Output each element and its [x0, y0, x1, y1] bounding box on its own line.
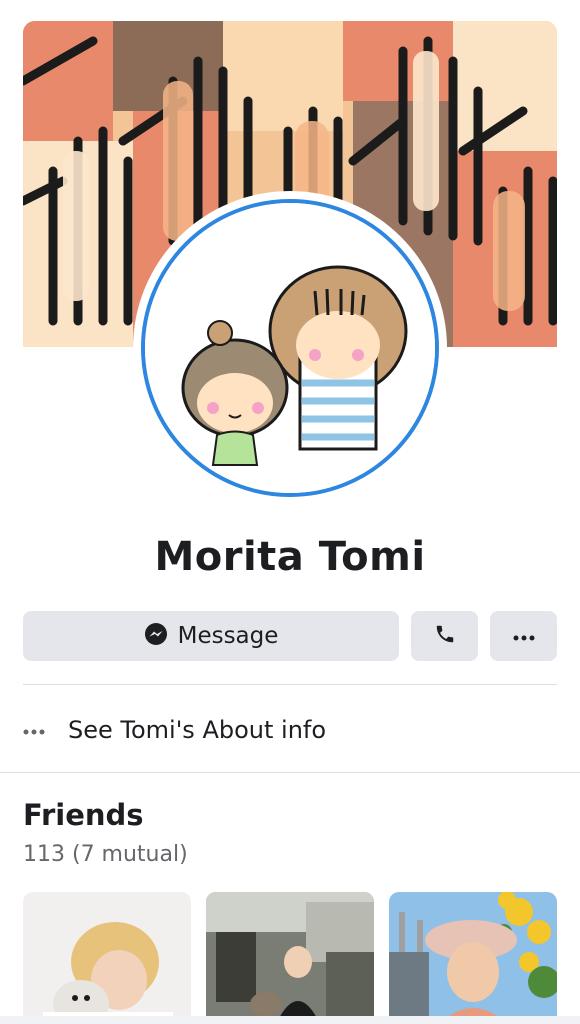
about-info-label: See Tomi's About info [68, 716, 327, 744]
profile-picture-frame[interactable] [133, 191, 447, 505]
messenger-icon [144, 622, 168, 650]
phone-icon [434, 623, 456, 649]
friends-title[interactable]: Friends [23, 798, 144, 832]
friend-tile[interactable] [389, 892, 557, 1024]
message-button[interactable]: Message [23, 611, 399, 661]
more-icon [512, 627, 536, 646]
profile-picture[interactable] [141, 199, 439, 497]
friend-tile[interactable] [206, 892, 374, 1024]
profile-name: Morita Tomi [154, 534, 426, 580]
section-divider [0, 772, 580, 773]
about-info-link[interactable]: See Tomi's About info [23, 708, 557, 752]
bottom-edge [0, 1016, 580, 1024]
friend-tile[interactable] [23, 892, 191, 1024]
more-options-button[interactable] [490, 611, 557, 661]
call-button[interactable] [411, 611, 478, 661]
ellipsis-icon [23, 719, 68, 741]
friends-count: 113 (7 mutual) [23, 842, 188, 867]
divider [23, 684, 557, 685]
message-button-label: Message [177, 623, 279, 649]
